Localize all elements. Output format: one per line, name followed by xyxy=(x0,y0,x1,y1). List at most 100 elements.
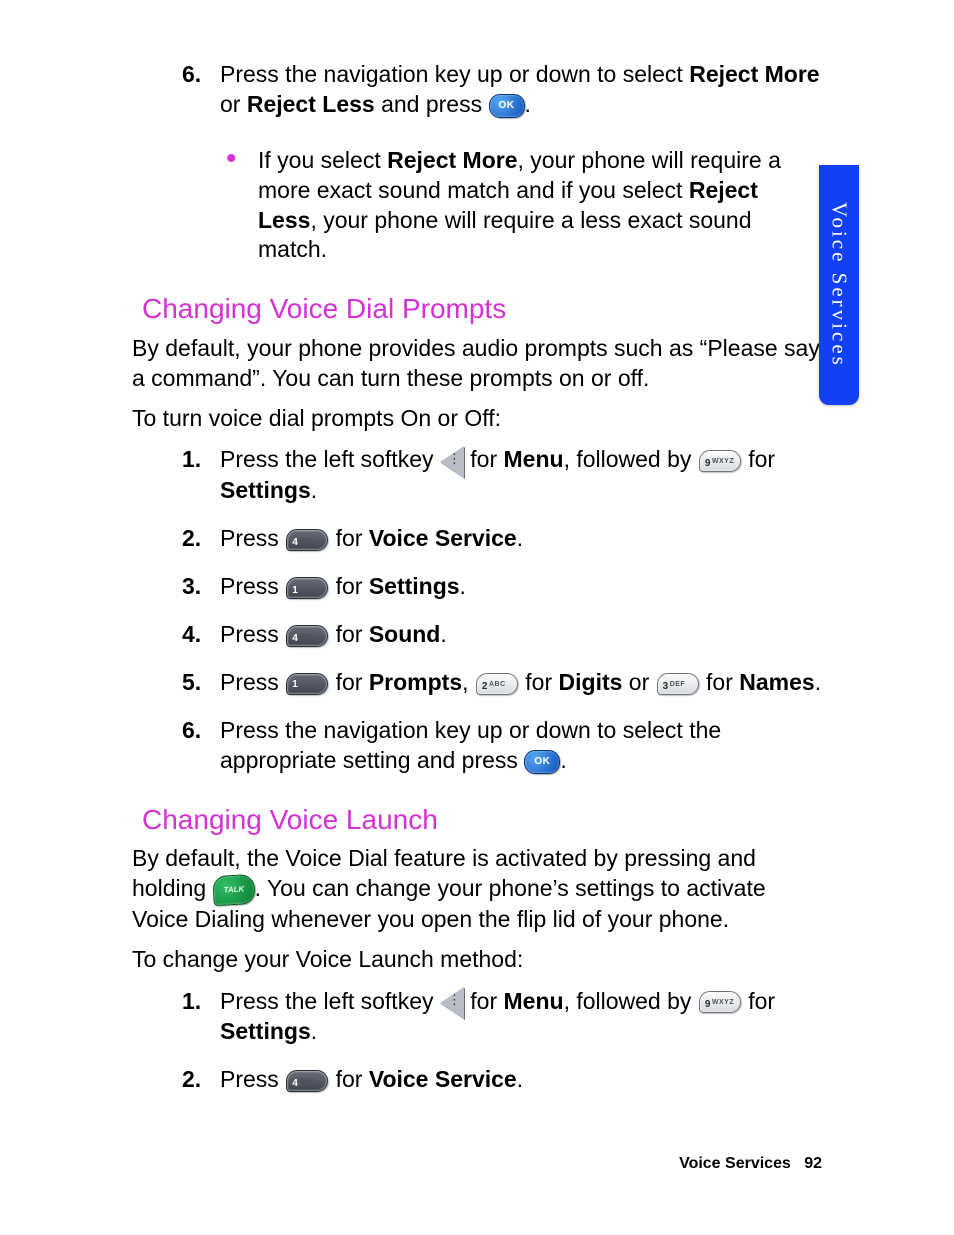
text: for xyxy=(329,573,369,599)
talk-key-icon: TALK xyxy=(212,874,256,906)
text: Press xyxy=(220,525,285,551)
step-2: Press 4GHI for Voice Service. xyxy=(220,524,822,554)
text: , your phone will require a less exact s… xyxy=(258,207,752,263)
key-sup: DEF xyxy=(670,681,686,688)
text: or xyxy=(220,91,247,117)
text: , xyxy=(462,669,475,695)
text: for xyxy=(519,669,559,695)
key-sup: WXYZ xyxy=(712,999,734,1006)
page: Voice Services Press the navigation key … xyxy=(0,0,954,1235)
text: Press xyxy=(220,621,285,647)
key-digit: 4 xyxy=(292,1078,298,1089)
text: , followed by xyxy=(564,988,698,1014)
key-4-icon: 4GHI xyxy=(286,625,328,647)
key-digit: 1 xyxy=(292,679,298,690)
text: . xyxy=(517,525,523,551)
text: , followed by xyxy=(564,446,698,472)
key-digit: 4 xyxy=(292,537,298,548)
key-2-icon: 2ABC xyxy=(476,673,518,695)
bold-menu: Menu xyxy=(504,988,564,1014)
side-tab-label: Voice Services xyxy=(825,202,852,368)
bold-voice-service: Voice Service xyxy=(369,525,517,551)
heading-voice-launch: Changing Voice Launch xyxy=(142,802,822,838)
intro-text: To change your Voice Launch method: xyxy=(132,945,822,975)
bold-settings: Settings xyxy=(220,1018,311,1044)
text: Press the left softkey xyxy=(220,446,440,472)
bold-reject-less: Reject Less xyxy=(247,91,375,117)
step-2: Press 4GHI for Voice Service. xyxy=(220,1065,822,1095)
key-digit: 1 xyxy=(292,585,298,596)
ordered-list-launch: Press the left softkey for Menu, followe… xyxy=(132,987,822,1096)
step-4: Press 4GHI for Sound. xyxy=(220,620,822,650)
key-sup: GHI xyxy=(299,1078,313,1085)
footer-page-number: 92 xyxy=(804,1155,822,1172)
key-digit: 9 xyxy=(705,999,711,1010)
text: for xyxy=(464,446,504,472)
key-digit: 2 xyxy=(482,681,488,692)
text: or xyxy=(622,669,655,695)
bold-digits: Digits xyxy=(559,669,623,695)
text: Press xyxy=(220,1066,285,1092)
text: . xyxy=(440,621,446,647)
text: . xyxy=(525,91,531,117)
continued-ordered-list: Press the navigation key up or down to s… xyxy=(132,60,822,120)
text: . xyxy=(460,573,466,599)
text: . xyxy=(815,669,821,695)
step-6: Press the navigation key up or down to s… xyxy=(220,716,822,776)
heading-voice-dial-prompts: Changing Voice Dial Prompts xyxy=(142,291,822,327)
step-3: Press 1 for Settings. xyxy=(220,572,822,602)
intro-text: By default, the Voice Dial feature is ac… xyxy=(132,844,822,935)
text: for xyxy=(742,446,775,472)
bold-settings: Settings xyxy=(220,477,311,503)
text: Press the navigation key up or down to s… xyxy=(220,717,721,773)
intro-text: By default, your phone provides audio pr… xyxy=(132,334,822,394)
key-digit: 9 xyxy=(705,458,711,469)
text: for xyxy=(464,988,504,1014)
intro-text: To turn voice dial prompts On or Off: xyxy=(132,404,822,434)
left-softkey-icon xyxy=(440,446,464,476)
step-1: Press the left softkey for Menu, followe… xyxy=(220,445,822,506)
step-5: Press 1 for Prompts, 2ABC for Digits or … xyxy=(220,668,822,698)
key-sup: GHI xyxy=(299,537,313,544)
bold-names: Names xyxy=(739,669,814,695)
key-digit: 3 xyxy=(663,681,669,692)
text: Press the left softkey xyxy=(220,988,440,1014)
ordered-list-prompts: Press the left softkey for Menu, followe… xyxy=(132,445,822,775)
key-sup: WXYZ xyxy=(712,458,734,465)
text: . xyxy=(311,477,317,503)
text: for xyxy=(329,1066,369,1092)
key-9-icon: 9WXYZ xyxy=(699,450,741,472)
text: . xyxy=(517,1066,523,1092)
sub-bullet: If you select Reject More , your phone wi… xyxy=(132,146,822,266)
key-4-icon: 4GHI xyxy=(286,529,328,551)
text: for xyxy=(329,669,369,695)
bold-menu: Menu xyxy=(504,446,564,472)
text: for xyxy=(329,525,369,551)
text: Press xyxy=(220,669,285,695)
text: If you select xyxy=(258,147,387,173)
text: . xyxy=(311,1018,317,1044)
bold-reject-more: Reject More xyxy=(387,147,517,173)
page-footer: Voice Services 92 xyxy=(679,1154,822,1175)
key-9-icon: 9WXYZ xyxy=(699,991,741,1013)
key-sup: ABC xyxy=(489,681,506,688)
key-4-icon: 4GHI xyxy=(286,1070,328,1092)
key-3-icon: 3DEF xyxy=(657,673,699,695)
key-sup: GHI xyxy=(299,633,313,640)
ok-key-icon: OK xyxy=(489,94,525,118)
step-1: Press the left softkey for Menu, followe… xyxy=(220,987,822,1048)
bold-reject-more: Reject More xyxy=(689,61,819,87)
text: for xyxy=(700,669,740,695)
text: Press the navigation key up or down to s… xyxy=(220,61,689,87)
text: . xyxy=(560,747,566,773)
key-1-icon: 1 xyxy=(286,673,328,695)
bold-settings: Settings xyxy=(369,573,460,599)
side-tab: Voice Services xyxy=(819,165,859,405)
left-softkey-icon xyxy=(440,987,464,1017)
footer-section: Voice Services xyxy=(679,1155,791,1172)
text: Press xyxy=(220,573,285,599)
ok-key-icon: OK xyxy=(524,750,560,774)
bold-prompts: Prompts xyxy=(369,669,462,695)
text: for xyxy=(742,988,775,1014)
text: for xyxy=(329,621,369,647)
